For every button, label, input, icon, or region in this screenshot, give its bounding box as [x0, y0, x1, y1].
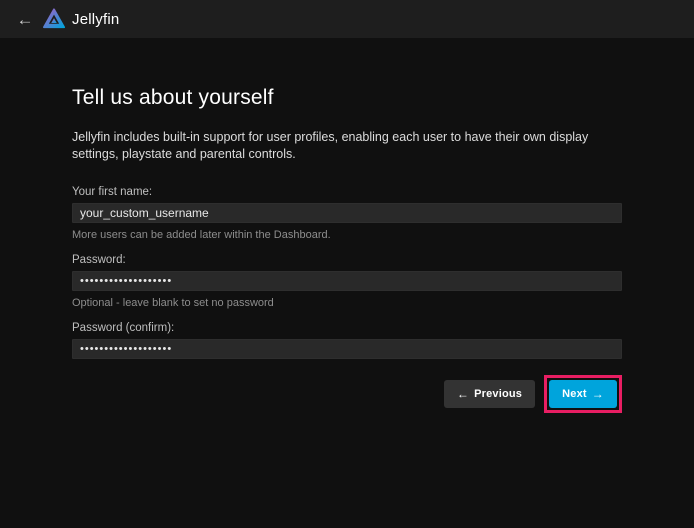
logo-text: Jellyfin — [72, 11, 119, 28]
page-title: Tell us about yourself — [72, 86, 622, 110]
next-button[interactable]: Next → — [549, 380, 617, 408]
password-confirm-label: Password (confirm): — [72, 322, 622, 334]
jellyfin-logo[interactable]: Jellyfin — [43, 8, 119, 30]
username-input[interactable] — [72, 203, 622, 223]
arrow-left-icon: ← — [17, 11, 34, 28]
next-button-label: Next — [562, 388, 587, 400]
username-field-group: Your first name: More users can be added… — [72, 186, 622, 241]
password-helper-text: Optional - leave blank to set no passwor… — [72, 297, 622, 309]
password-field-group: Password: Optional - leave blank to set … — [72, 254, 622, 309]
password-label: Password: — [72, 254, 622, 266]
username-helper-text: More users can be added later within the… — [72, 229, 622, 241]
annotation-highlight-box: Next → — [544, 375, 622, 413]
arrow-right-icon: → — [592, 387, 604, 401]
password-confirm-input[interactable] — [72, 339, 622, 359]
password-input[interactable] — [72, 271, 622, 291]
setup-wizard-user-page: Tell us about yourself Jellyfin includes… — [0, 38, 694, 413]
previous-button[interactable]: ← Previous — [444, 380, 535, 408]
password-confirm-field-group: Password (confirm): — [72, 322, 622, 359]
back-button[interactable]: ← — [12, 6, 38, 32]
wizard-buttons-row: ← Previous Next → — [72, 375, 622, 413]
username-label: Your first name: — [72, 186, 622, 198]
page-description: Jellyfin includes built-in support for u… — [72, 129, 622, 163]
app-header: ← Jellyfin — [0, 0, 694, 38]
user-profile-form: Your first name: More users can be added… — [72, 186, 622, 413]
previous-button-label: Previous — [474, 388, 522, 400]
jellyfin-logo-icon — [43, 8, 65, 30]
arrow-left-icon: ← — [457, 387, 469, 401]
